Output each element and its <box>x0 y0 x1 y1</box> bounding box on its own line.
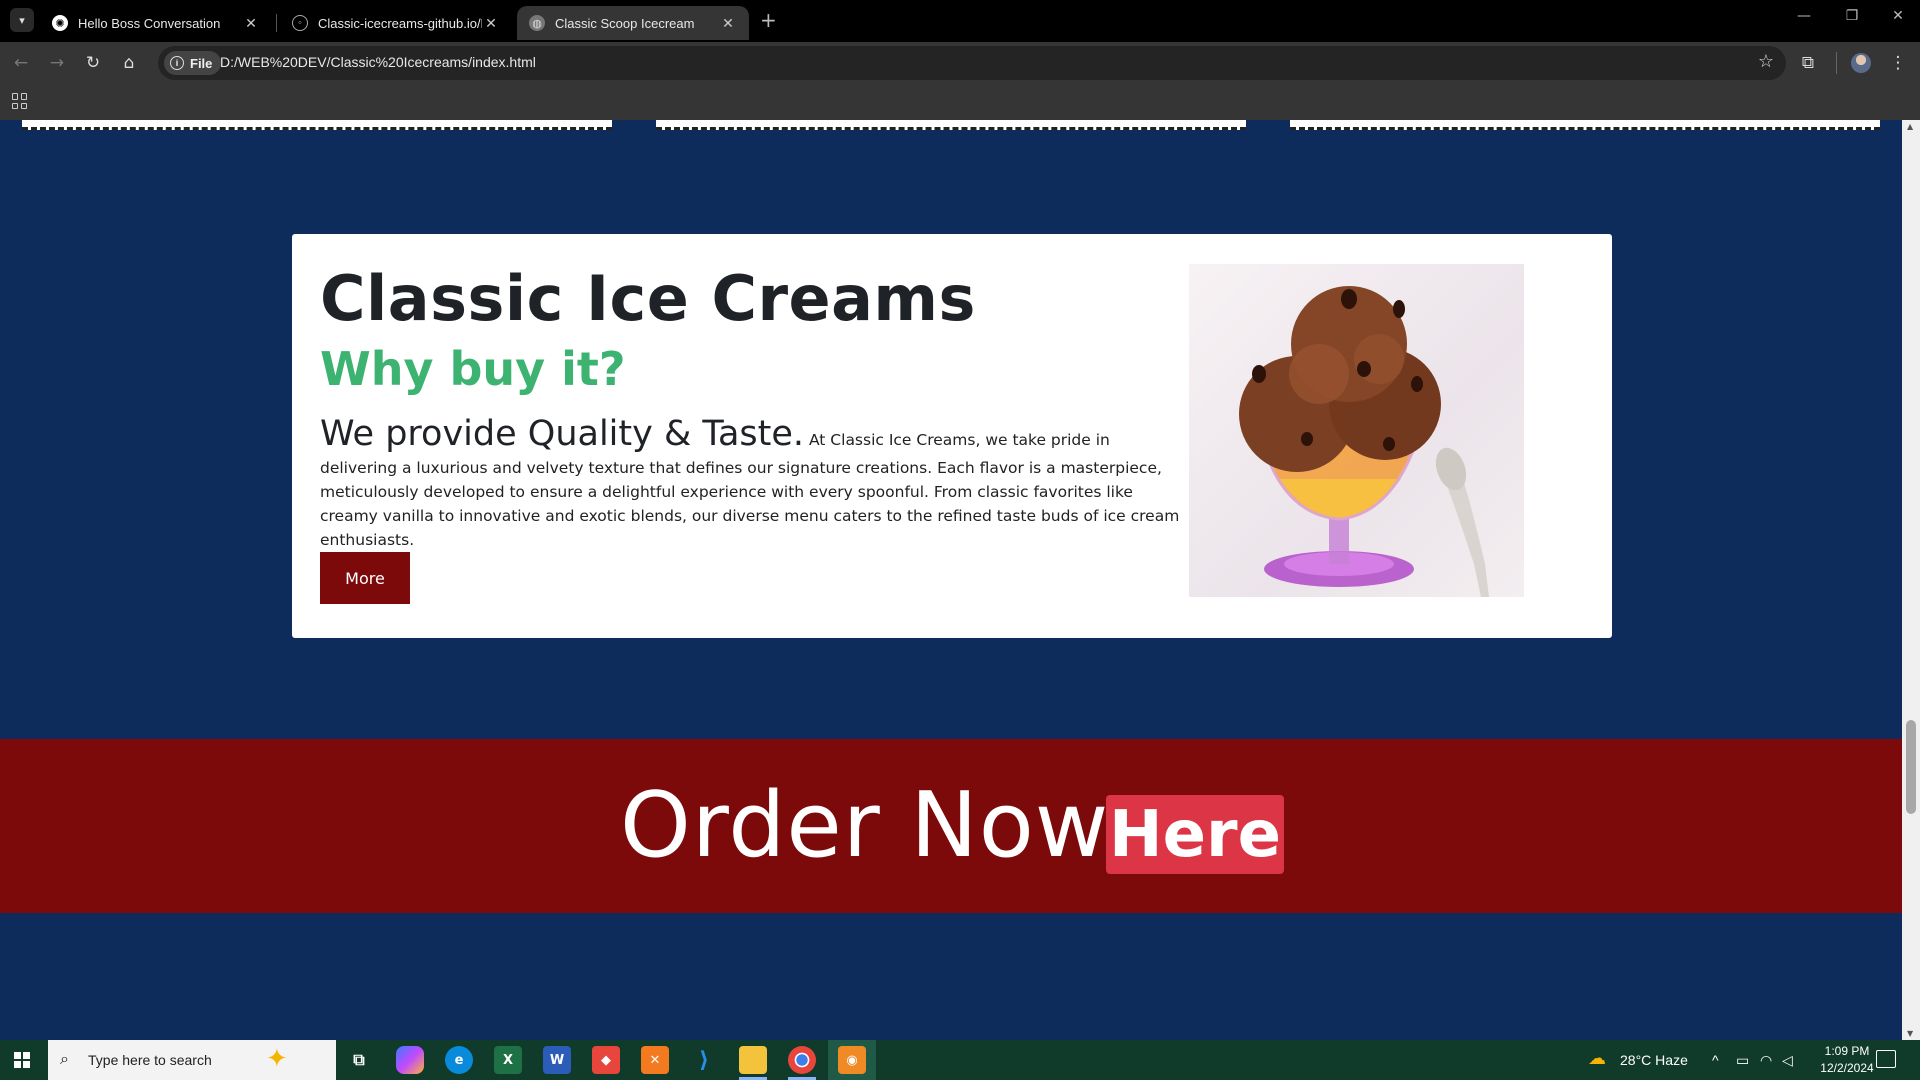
card-subtitle: Why buy it? <box>320 342 626 396</box>
forward-button[interactable]: → <box>44 50 70 76</box>
tab-title: Classic-icecreams-github.io/README <box>318 15 482 31</box>
close-icon[interactable]: ✕ <box>719 15 737 32</box>
feature-card-bottom <box>1290 120 1880 130</box>
bookmark-star-icon[interactable]: ☆ <box>1758 51 1774 72</box>
page-scrollbar[interactable]: ▲ ▼ <box>1902 120 1920 1040</box>
restore-button[interactable]: ❐ <box>1832 8 1872 24</box>
chatgpt-icon: ✺ <box>52 15 68 31</box>
feature-card-bottom <box>656 120 1246 130</box>
chevron-up-icon[interactable]: ^ <box>1712 1052 1719 1068</box>
toolbar-divider <box>1836 52 1837 74</box>
search-placeholder: Type here to search <box>88 1052 212 1068</box>
excel-icon[interactable]: X <box>494 1046 522 1074</box>
feature-card-bottom <box>22 120 612 130</box>
about-card: Classic Ice Creams Why buy it? We provid… <box>292 234 1612 638</box>
scroll-down-arrow-icon[interactable]: ▼ <box>1907 1029 1913 1038</box>
site-info-chip[interactable]: i File <box>164 51 222 75</box>
search-icon: ⌕ <box>60 1049 69 1068</box>
copilot-icon[interactable] <box>396 1046 424 1074</box>
copilot-sparkle-icon[interactable]: ✦ <box>266 1044 288 1074</box>
tab-divider <box>276 14 277 32</box>
wifi-icon[interactable]: ◠ <box>1760 1052 1772 1069</box>
order-now-banner: Order Now Here <box>0 739 1902 913</box>
taskbar-search-box[interactable]: ⌕ Type here to search ✦ <box>48 1040 336 1080</box>
bookmark-bar <box>0 84 1920 120</box>
windows-start-icon[interactable] <box>14 1052 30 1068</box>
scroll-up-arrow-icon[interactable]: ▲ <box>1907 122 1913 131</box>
chrome-icon[interactable] <box>788 1046 816 1074</box>
menu-kebab-icon[interactable]: ⋮ <box>1885 50 1911 76</box>
back-button[interactable]: ← <box>8 50 34 76</box>
tab-title: Hello Boss Conversation <box>78 15 221 31</box>
reload-button[interactable]: ↻ <box>80 50 106 76</box>
weather-icon[interactable]: ☁ <box>1588 1048 1606 1069</box>
url-text[interactable]: D:/WEB%20DEV/Classic%20Icecreams/index.h… <box>220 54 536 70</box>
chip-label: File <box>190 55 213 71</box>
xampp-icon[interactable]: ✕ <box>641 1046 669 1074</box>
tab-title: Classic Scoop Icecream <box>555 15 695 31</box>
profile-avatar[interactable] <box>1851 53 1871 73</box>
volume-icon[interactable]: ◁ <box>1782 1052 1793 1069</box>
minimize-button[interactable]: — <box>1784 8 1824 24</box>
clock-date: 12/2/2024 <box>1820 1061 1874 1075</box>
globe-icon: ◍ <box>529 15 545 31</box>
edge-icon[interactable]: e <box>445 1046 473 1074</box>
browser-toolbar: ← → ↻ ⌂ i File D:/WEB%20DEV/Classic%20Ic… <box>0 42 1920 84</box>
notification-icon[interactable] <box>1876 1050 1896 1068</box>
windows-taskbar: ⌕ Type here to search ✦ ⧉ e X W ◆ ✕ ⟩ ◉ … <box>0 1040 1920 1080</box>
page-viewport: Classic Ice Creams Why buy it? We provid… <box>0 120 1902 1040</box>
info-icon: i <box>170 56 184 70</box>
clock-time: 1:09 PM <box>1824 1044 1870 1058</box>
home-button[interactable]: ⌂ <box>116 50 142 76</box>
vscode-icon[interactable]: ⟩ <box>690 1046 718 1074</box>
address-bar[interactable]: i File D:/WEB%20DEV/Classic%20Icecreams/… <box>158 46 1786 80</box>
task-view-icon[interactable]: ⧉ <box>345 1046 373 1074</box>
file-explorer-icon[interactable] <box>739 1046 767 1074</box>
close-icon[interactable]: ✕ <box>482 15 500 32</box>
tab-strip: ▾ ✺ Hello Boss Conversation ✕ ◦ Classic-… <box>0 0 1920 42</box>
extensions-icon[interactable]: ⧉ <box>1795 50 1821 76</box>
battery-icon[interactable]: ▭ <box>1736 1052 1749 1069</box>
new-tab-button[interactable]: + <box>760 8 777 32</box>
scrollbar-thumb[interactable] <box>1906 720 1916 814</box>
system-clock[interactable]: 1:09 PM 12/2/2024 <box>1810 1043 1884 1077</box>
tab-classic-scoop[interactable]: ◍ Classic Scoop Icecream ✕ <box>517 6 749 40</box>
order-now-text: Order Now <box>620 773 1110 878</box>
tab-hello-boss[interactable]: ✺ Hello Boss Conversation ✕ <box>40 6 272 40</box>
github-icon: ◦ <box>292 15 308 31</box>
card-description: We provide Quality & Taste. At Classic I… <box>320 412 1180 552</box>
apps-grid-icon[interactable] <box>12 93 28 109</box>
more-button[interactable]: More <box>320 552 410 604</box>
card-title: Classic Ice Creams <box>320 262 976 335</box>
tab-search-button[interactable]: ▾ <box>10 8 34 32</box>
close-icon[interactable]: ✕ <box>242 15 260 32</box>
word-icon[interactable]: W <box>543 1046 571 1074</box>
card-lead: We provide Quality & Taste. <box>320 414 805 454</box>
weather-text[interactable]: 28°C Haze <box>1620 1052 1688 1068</box>
app-icon[interactable]: ◉ <box>838 1046 866 1074</box>
anydesk-icon[interactable]: ◆ <box>592 1046 620 1074</box>
tab-github-readme[interactable]: ◦ Classic-icecreams-github.io/README ✕ <box>280 6 512 40</box>
close-window-button[interactable]: ✕ <box>1878 8 1918 24</box>
ice-cream-sundae-image <box>1189 264 1524 597</box>
order-here-button[interactable]: Here <box>1106 795 1284 874</box>
